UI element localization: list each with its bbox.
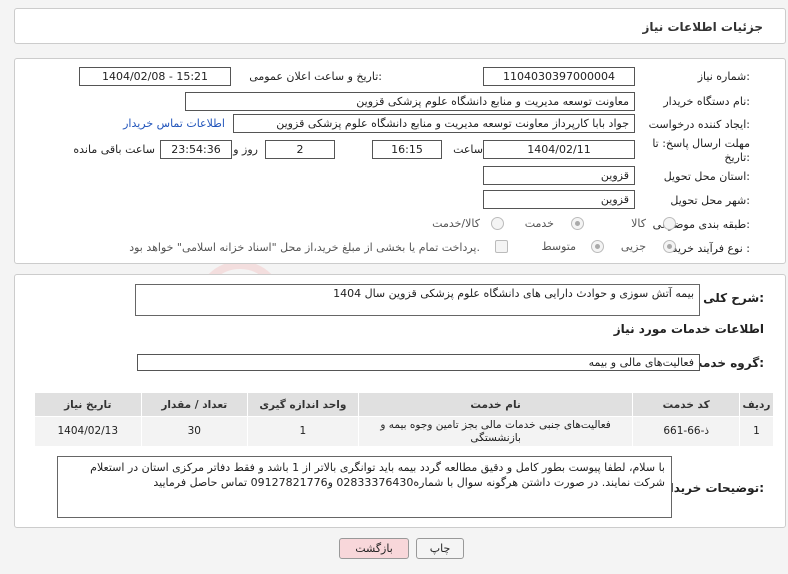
col-header-date: تاریخ نیاز <box>34 392 142 417</box>
purchase-option-medium: متوسط <box>541 240 576 253</box>
purchase-option-minor: جزیی <box>620 240 646 253</box>
cell-name: فعالیت‌های جنبی خدمات مالی بجز تامین وجو… <box>357 416 634 447</box>
purchase-radio-medium[interactable] <box>591 240 604 253</box>
buyer-org-field: معاونت توسعه مدیریت و منابع دانشگاه علوم… <box>185 92 635 111</box>
page-header: جزئیات اطلاعات نیاز <box>14 8 786 44</box>
need-number-label: شماره نیاز: <box>697 70 750 83</box>
buyer-notes-label: توضیحات خریدار: <box>662 481 764 495</box>
deadline-label: مهلت ارسال پاسخ: تا تاریخ: <box>652 137 750 164</box>
city-field: قزوین <box>483 190 635 209</box>
buyer-contact-link[interactable]: اطلاعات تماس خریدار <box>123 117 225 130</box>
buyer-org-label: نام دستگاه خریدار: <box>663 95 750 108</box>
page-title: جزئیات اطلاعات نیاز <box>642 20 763 34</box>
category-option-service: خدمت <box>524 217 554 230</box>
print-button[interactable]: چاپ <box>416 538 464 559</box>
days-label: روز و <box>233 143 258 156</box>
col-header-code: کد خدمت <box>632 392 740 417</box>
province-label: استان محل تحویل: <box>663 170 750 183</box>
services-table: ردیف کد خدمت نام خدمت واحد اندازه گیری ت… <box>34 392 775 447</box>
deadline-time-field: 16:15 <box>372 140 442 159</box>
summary-field: بیمه آتش سوزی و حوادث دارایی های دانشگاه… <box>135 284 700 316</box>
category-option-goods: کالا <box>631 217 646 230</box>
remaining-label: ساعت باقی مانده <box>73 143 155 156</box>
table-header-row: ردیف کد خدمت نام خدمت واحد اندازه گیری ت… <box>34 392 775 417</box>
cell-unit: 1 <box>247 416 359 447</box>
remaining-time-field: 23:54:36 <box>160 140 232 159</box>
cell-row: 1 <box>738 416 775 447</box>
purchase-radio-minor[interactable] <box>663 240 676 253</box>
days-field: 2 <box>265 140 335 159</box>
requester-field: جواد بابا کارپرداز معاونت توسعه مدیریت و… <box>233 114 635 133</box>
table-row: 1 ذ-66-661 فعالیت‌های جنبی خدمات مالی بج… <box>34 416 775 447</box>
city-label: شهر محل تحویل: <box>670 194 750 207</box>
requester-label: ایجاد کننده درخواست: <box>648 118 750 131</box>
payment-note: پرداخت تمام یا بخشی از مبلغ خرید،از محل … <box>129 241 480 254</box>
treasury-checkbox[interactable] <box>495 240 508 253</box>
province-field: قزوین <box>483 166 635 185</box>
cell-code: ذ-66-661 <box>632 416 740 447</box>
public-announce-label: تاریخ و ساعت اعلان عمومی: <box>249 70 382 83</box>
col-header-name: نام خدمت <box>357 392 634 417</box>
deadline-date-field: 1404/02/11 <box>483 140 635 159</box>
col-header-qty: تعداد / مقدار <box>140 392 249 417</box>
back-button[interactable]: بازگشت <box>339 538 409 559</box>
category-radio-goods-service[interactable] <box>491 217 504 230</box>
col-header-row: ردیف <box>738 392 775 417</box>
need-number-field: 1104030397000004 <box>483 67 635 86</box>
purchase-type-label: نوع فرآیند خرید : <box>672 242 750 255</box>
col-header-unit: واحد اندازه گیری <box>247 392 359 417</box>
category-radio-goods[interactable] <box>663 217 676 230</box>
service-group-label: گروه خدمت: <box>690 356 764 370</box>
cell-qty: 30 <box>140 416 249 447</box>
cell-date: 1404/02/13 <box>34 416 142 447</box>
category-option-goods-service: کالا/خدمت <box>432 217 480 230</box>
buyer-notes-field: با سلام، لطفا پیوست بطور کامل و دقیق مطا… <box>57 456 672 518</box>
service-group-field: فعالیت‌های مالی و بیمه <box>137 354 700 371</box>
category-radio-service[interactable] <box>571 217 584 230</box>
public-announce-field: 1404/02/08 - 15:21 <box>79 67 231 86</box>
deadline-time-label: ساعت <box>453 143 483 156</box>
services-info-heading: اطلاعات خدمات مورد نیاز <box>613 322 764 336</box>
